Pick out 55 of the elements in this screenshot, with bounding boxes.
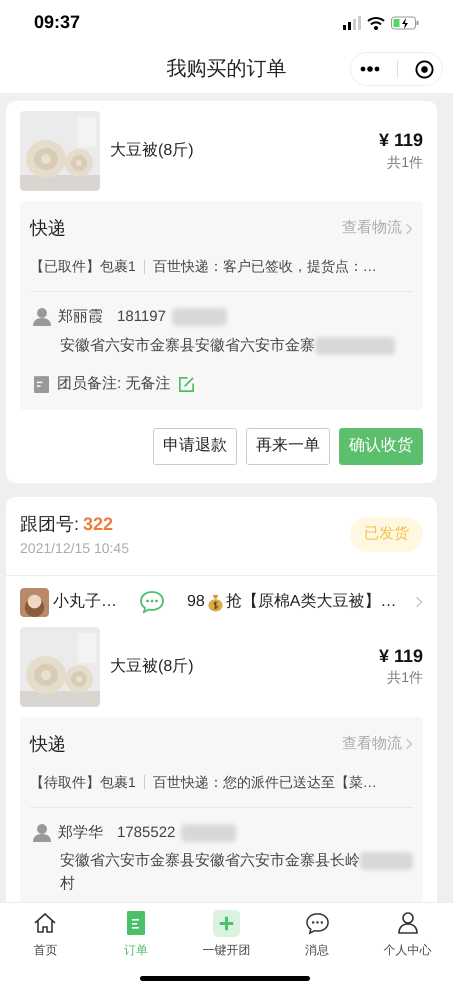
note-icon [34, 376, 49, 393]
item-count: 共1件 [387, 668, 423, 688]
tab-bar-item[interactable]: 首页 [0, 903, 91, 959]
plus-icon [212, 910, 240, 936]
status-time: 09:37 [34, 11, 80, 34]
more-icon[interactable] [360, 66, 380, 72]
recipient-phone: 1785522 [117, 822, 176, 842]
close-icon[interactable] [414, 60, 434, 78]
chat-icon[interactable] [139, 590, 165, 614]
express-title: 快递 [30, 217, 66, 240]
edit-icon[interactable] [178, 376, 196, 393]
recipient-name: 郑学华 [58, 822, 103, 842]
product-name: 大豆被(8斤) [110, 140, 195, 161]
money-bag-icon [206, 592, 224, 612]
person-icon [32, 307, 52, 328]
pickup-status: 【待取件】包裹1 [30, 772, 136, 792]
signal-icon [343, 14, 361, 30]
home-icon [33, 911, 58, 935]
tracking-detail: 百世快递：您的派件已送达至【菜… [152, 772, 377, 792]
person-icon [32, 822, 52, 843]
recipient-phone: 181197 [117, 307, 166, 327]
chevron-right-icon [405, 222, 413, 236]
recipient-address: 安徽省六安市金寨县安徽省六安市金寨县长岭 [60, 851, 360, 871]
seller-name: 小丸子… [53, 592, 117, 612]
order-action-button[interactable]: 申请退款 [153, 428, 237, 464]
pickup-status: 【已取件】包裹1 [30, 257, 136, 276]
express-title: 快递 [30, 732, 66, 756]
wifi-icon [367, 16, 385, 30]
product-price: ¥ 119 [378, 129, 423, 152]
tracking-detail: 百世快递：客户已签收，提货点：… [152, 257, 377, 276]
group-number: 322 [83, 512, 114, 536]
recipient-name: 郑丽霞 [58, 307, 103, 327]
tab-bar-item[interactable]: 个人中心 [362, 903, 453, 959]
document-icon [126, 911, 145, 935]
chat-icon [304, 912, 330, 934]
recipient-address: 安徽省六安市金寨县安徽省六安市金寨 [60, 336, 315, 356]
page-title: 我购买的订单 [166, 57, 286, 82]
battery-icon [391, 16, 419, 30]
order-time: 2021/12/15 10:45 [20, 538, 129, 558]
member-note: 团员备注: 无备注 [57, 374, 170, 394]
address-continuation: 村 [60, 874, 76, 894]
item-count: 共1件 [387, 152, 423, 172]
person-icon [396, 911, 420, 935]
order-action-button[interactable]: 再来一单 [246, 428, 330, 464]
group-title: 抢【原棉A类大豆被】… [226, 592, 398, 612]
order-status: 已发货 [350, 517, 423, 552]
seller-price: 98 [187, 592, 205, 612]
chevron-right-icon [405, 737, 413, 751]
tab-bar-item[interactable]: 一键开团 [181, 903, 272, 959]
chevron-right-icon[interactable] [415, 595, 423, 609]
avatar [20, 588, 49, 616]
group-number-label: 跟团号: [20, 512, 80, 536]
product-name: 大豆被(8斤) [110, 656, 195, 676]
tab-bar-item[interactable]: 消息 [272, 903, 362, 959]
product-price: ¥ 119 [378, 644, 423, 668]
